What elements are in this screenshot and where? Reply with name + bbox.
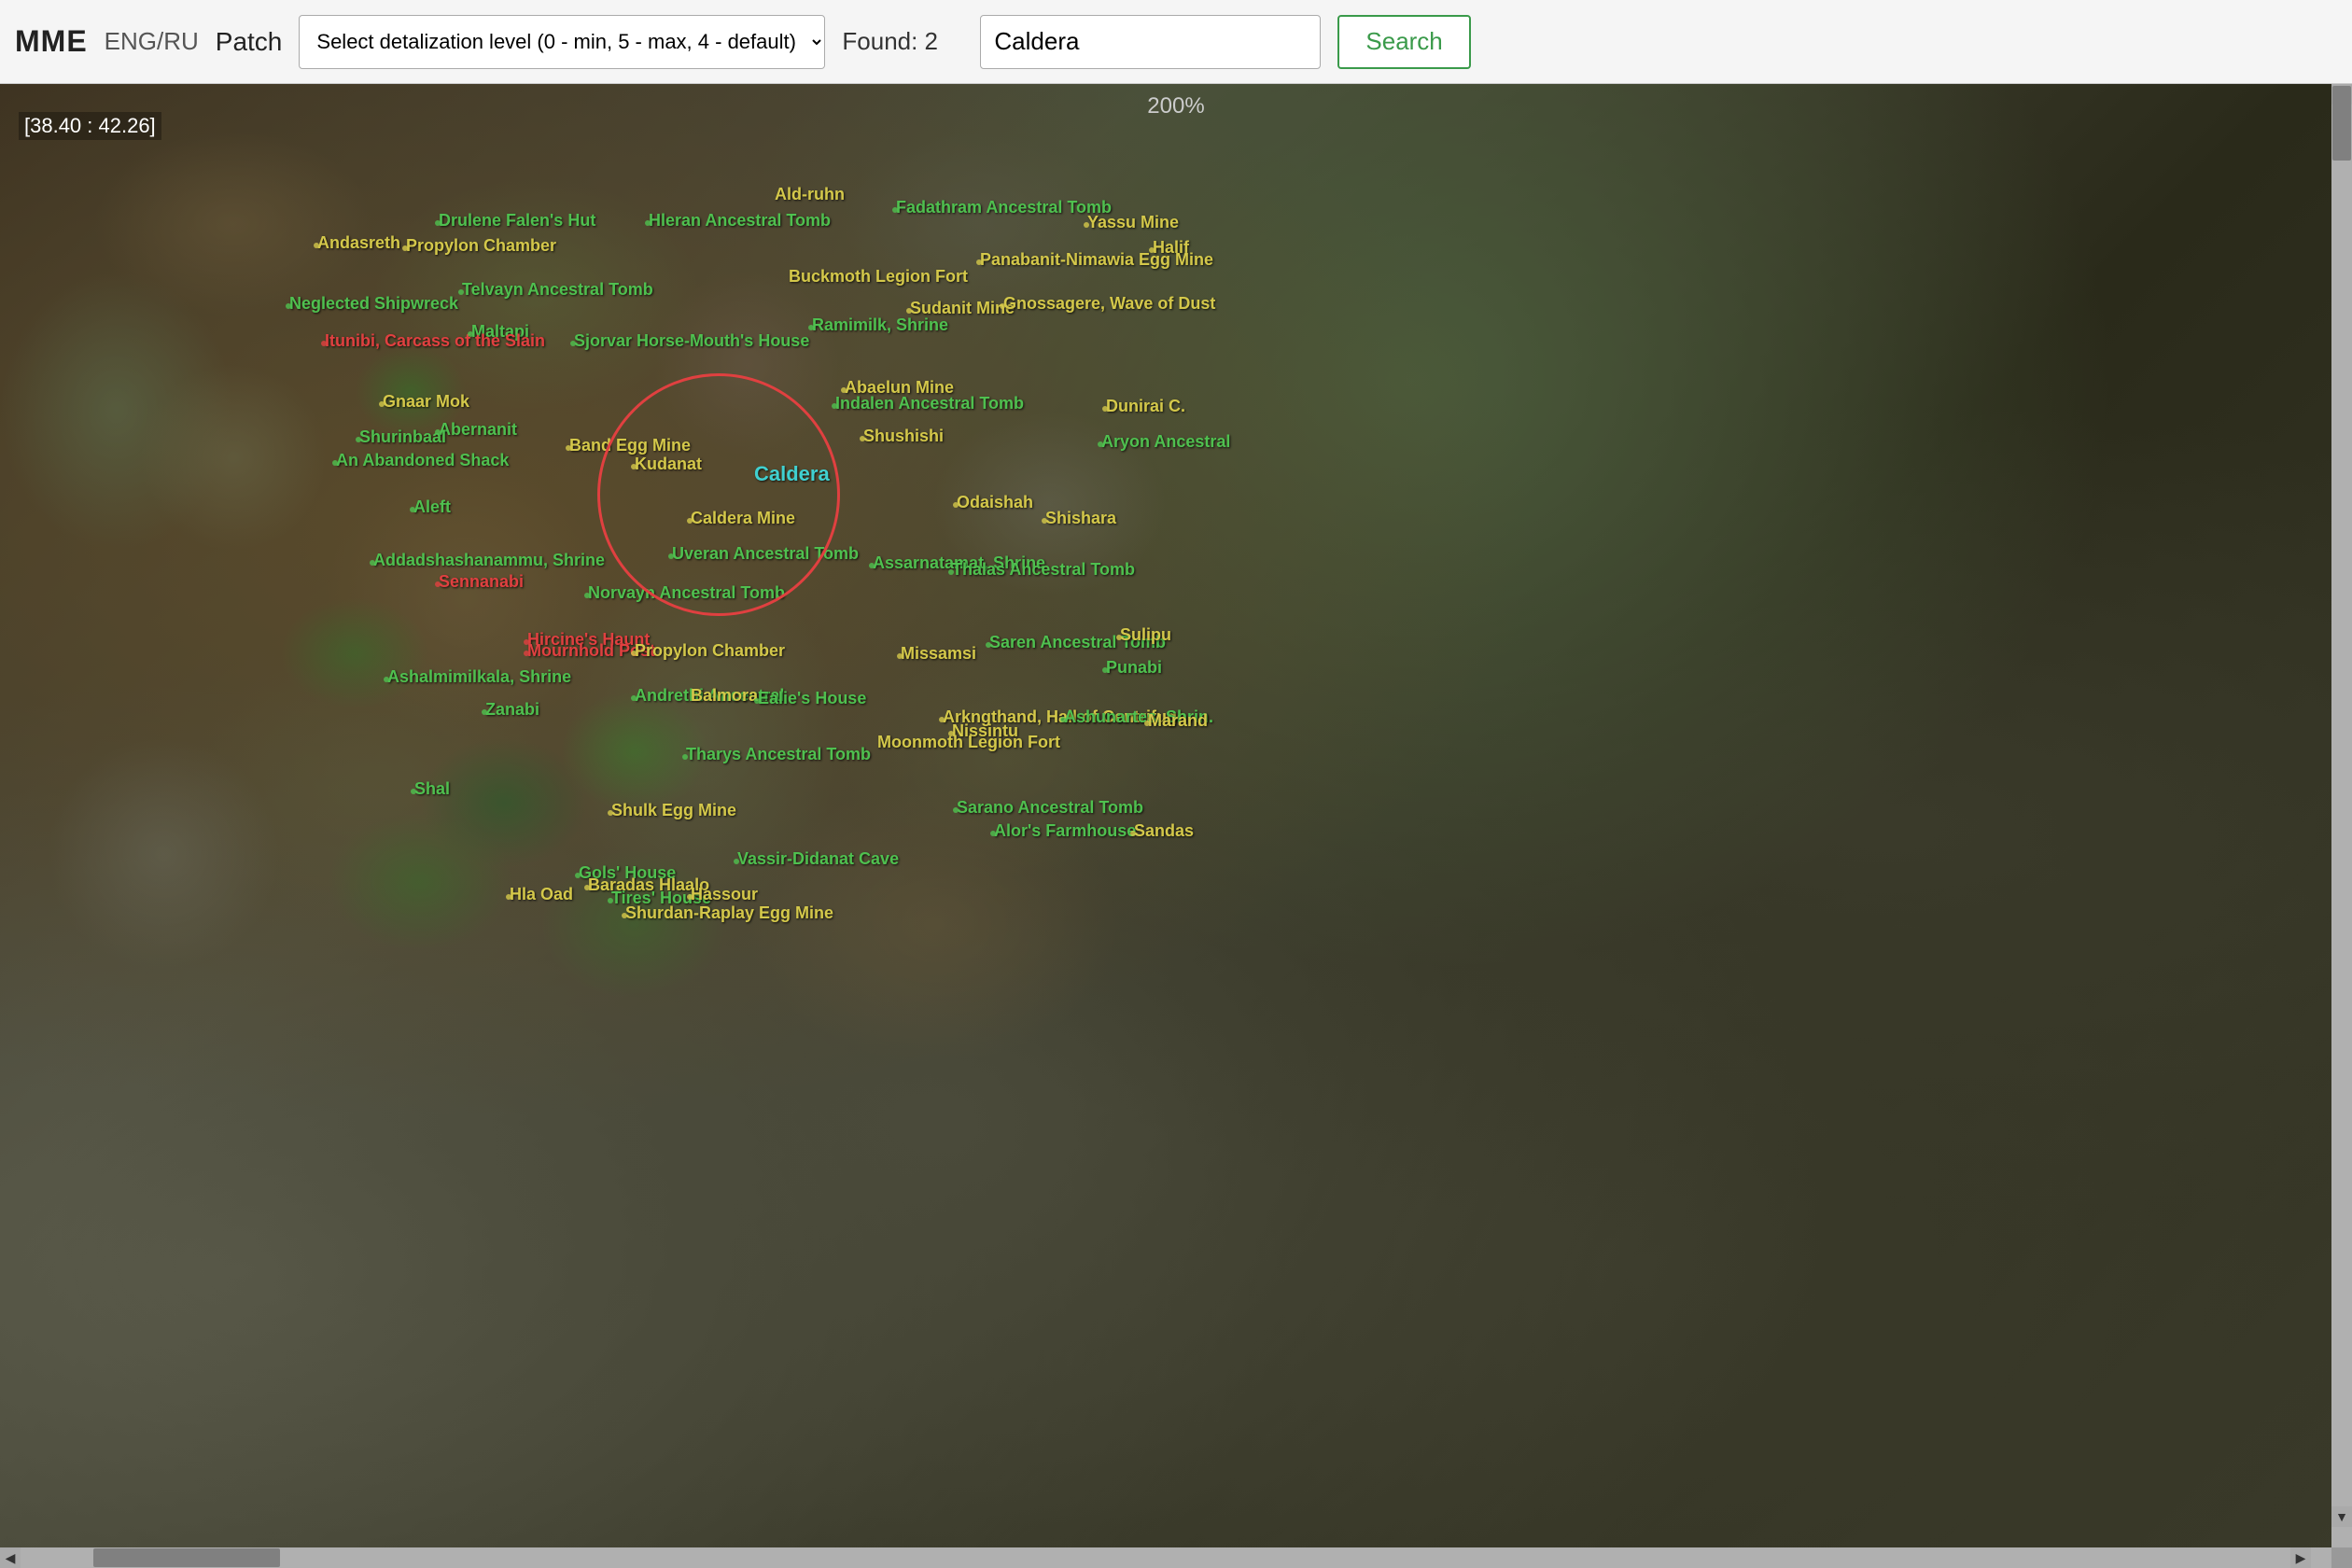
map-label: Addadshashanammu, Shrine — [373, 551, 605, 570]
map-label: Drulene Falen's Hut — [439, 211, 595, 231]
scrollbar-vertical[interactable]: ▲ ▼ — [2331, 84, 2352, 1547]
map-label: Balmora — [691, 686, 758, 706]
map-label: Kudanat — [635, 455, 702, 474]
map-label: Sarano Ancestral Tomb — [957, 798, 1143, 818]
map-label: Ashalmimilkala, Shrine — [387, 667, 571, 687]
map-label: Gnaar Mok — [383, 392, 469, 412]
map-label: Uveran Ancestral Tomb — [672, 544, 859, 564]
map-label: Abernanit — [439, 420, 517, 440]
map-label: Shurinbaal — [359, 427, 446, 447]
map-label: Sandas — [1134, 821, 1194, 841]
map-label: Yassu Mine — [1087, 213, 1179, 232]
map-label: Shushishi — [863, 427, 944, 446]
map-label: Propylon Chamber — [635, 641, 785, 661]
map-label: Shal — [414, 779, 450, 799]
map-label: Aleft — [413, 497, 451, 517]
scrollbar-horizontal-thumb[interactable] — [93, 1548, 280, 1567]
detail-select[interactable]: Select detalization level (0 - min, 5 - … — [299, 15, 825, 69]
zoom-label: 200% — [1147, 93, 1204, 119]
scroll-right-arrow[interactable]: ▶ — [2290, 1547, 2311, 1568]
map-label: Alor's Farmhouse — [994, 821, 1136, 841]
search-button[interactable]: Search — [1337, 15, 1470, 69]
map-label: Hla Oad — [510, 885, 573, 904]
map-label: Shishara — [1045, 509, 1116, 528]
map-label: Shurdan-Raplay Egg Mine — [625, 903, 833, 923]
scroll-down-arrow[interactable]: ▼ — [2331, 1506, 2352, 1527]
coords-label: [38.40 : 42.26] — [19, 112, 161, 140]
map-label: Ealie's House — [758, 689, 866, 708]
scroll-corner — [2331, 1547, 2352, 1568]
map-label: Sennanabi — [439, 572, 524, 592]
map-label: An Abandoned Shack — [336, 451, 509, 470]
map-label: Itunibi, Carcass of the Slain — [325, 331, 545, 351]
scrollbar-horizontal[interactable]: ◀ ▶ — [0, 1547, 2331, 1568]
map-label: Moonmoth Legion Fort — [877, 733, 1060, 752]
map-label: Missamsi — [901, 644, 976, 664]
map-label: Odaishah — [957, 493, 1033, 512]
map-label: Ald-ruhn — [775, 185, 845, 204]
map-label: Ramimilk, Shrine — [812, 315, 948, 335]
map-label: Propylon Chamber — [406, 236, 556, 256]
map-label: Telvayn Ancestral Tomb — [462, 280, 653, 300]
map-container[interactable]: 200% [38.40 : 42.26] Ald-ruhn Fadathram A… — [0, 84, 2352, 1568]
map-label: Zanabi — [485, 700, 539, 720]
map-label: Buckmoth Legion Fort — [789, 267, 968, 287]
map-label: Gnossagere, Wave of Dust — [1003, 294, 1215, 314]
map-label: Hassour — [691, 885, 758, 904]
map-label: Hleran Ancestral Tomb — [649, 211, 831, 231]
map-label: Sjorvar Horse-Mouth's House — [574, 331, 809, 351]
map-label: Fadathram Ancestral Tomb — [896, 198, 1112, 217]
map-label: Punabi — [1106, 658, 1162, 678]
map-label: Thalas Ancestral Tomb — [952, 560, 1135, 580]
patch-label: Patch — [216, 27, 283, 57]
map-label: Marand — [1148, 711, 1208, 731]
scroll-left-arrow[interactable]: ◀ — [0, 1547, 21, 1568]
lang-label: ENG/RU — [105, 27, 199, 56]
map-label: Dunirai C. — [1106, 397, 1185, 416]
scrollbar-vertical-thumb[interactable] — [2332, 86, 2351, 161]
search-input[interactable] — [980, 15, 1321, 69]
map-label: Caldera Mine — [691, 509, 795, 528]
found-label: Found: 2 — [842, 27, 963, 56]
toolbar: MME ENG/RU Patch Select detalization lev… — [0, 0, 2352, 84]
map-label: Band Egg Mine — [569, 436, 691, 455]
map-label: Caldera — [754, 462, 830, 486]
map-label: Tharys Ancestral Tomb — [686, 745, 871, 764]
map-label: Norvayn Ancestral Tomb — [588, 583, 785, 603]
app-title: MME — [15, 24, 88, 59]
map-label: Panabanit-Nimawia Egg Mine — [980, 250, 1213, 270]
map-label: Neglected Shipwreck — [289, 294, 458, 314]
map-label: Shulk Egg Mine — [611, 801, 736, 820]
map-label: Andasreth — [317, 233, 400, 253]
map-label: Abaelun Mine — [845, 378, 954, 398]
map-label: Sulipu — [1120, 625, 1171, 645]
map-label: Vassir-Didanat Cave — [737, 849, 899, 869]
map-label: Aryon Ancestral — [1101, 432, 1230, 452]
